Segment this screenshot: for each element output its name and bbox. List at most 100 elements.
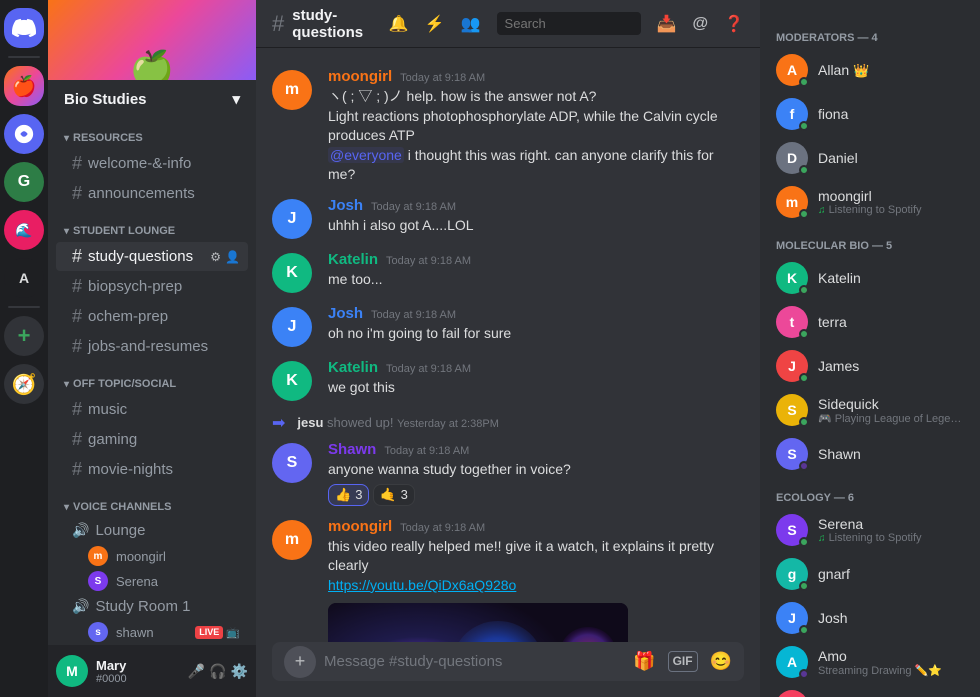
status-dot xyxy=(799,537,809,547)
member-info: James xyxy=(818,358,964,374)
member-shawn[interactable]: S Shawn xyxy=(768,432,972,476)
explore-button[interactable]: 🧭 xyxy=(4,364,44,404)
add-attachment-button[interactable]: + xyxy=(284,646,316,678)
member-josh[interactable]: J Josh xyxy=(768,596,972,640)
video-link[interactable]: https://youtu.be/QiDx6aQ928o xyxy=(328,577,516,593)
member-info: moongirl ♫ Listening to Spotify xyxy=(818,188,964,216)
mention-icon[interactable]: @ xyxy=(692,15,708,33)
member-katelin[interactable]: K Katelin xyxy=(768,256,972,300)
server-icon-3[interactable]: G xyxy=(4,162,44,202)
member-gnarf[interactable]: g gnarf xyxy=(768,552,972,596)
message-text: @everyone i thought this was right. can … xyxy=(328,146,744,185)
member-fiona[interactable]: f fiona xyxy=(768,92,972,136)
boost-icon[interactable]: ⚡ xyxy=(425,14,445,34)
gif-button[interactable]: GIF xyxy=(668,651,698,672)
channel-welcome-info[interactable]: # welcome-&-info xyxy=(56,149,248,178)
message-content: Katelin Today at 9:18 AM we got this xyxy=(328,359,744,401)
voice-member-moongirl[interactable]: m moongirl xyxy=(56,544,248,568)
member-info: Sidequick 🎮 Playing League of Legends xyxy=(818,396,964,425)
channel-study-questions[interactable]: # study-questions ⚙ 👤 xyxy=(56,242,248,271)
main-content: # study-questions 🔔 ⚡ 👥 📥 @ ❓ m moongirl… xyxy=(256,0,760,697)
member-moongirl[interactable]: m moongirl ♫ Listening to Spotify xyxy=(768,180,972,224)
member-name: moongirl xyxy=(818,188,964,204)
server-header[interactable]: Bio Studies ▾ xyxy=(48,80,256,116)
member-name: Allan 👑 xyxy=(818,62,964,79)
reaction-thumbs-up[interactable]: 👍 3 xyxy=(328,484,369,506)
timestamp: Today at 9:18 AM xyxy=(400,522,485,534)
voice-study-room-1[interactable]: 🔊 Study Room 1 xyxy=(56,594,248,619)
member-daniel[interactable]: D Daniel xyxy=(768,136,972,180)
channels-list: ▾ RESOURCES # welcome-&-info # announcem… xyxy=(48,116,256,645)
voice-member-shawn[interactable]: s shawn LIVE 📺 xyxy=(56,620,248,644)
server-icon-5[interactable]: A xyxy=(4,258,44,298)
member-info: Amo Streaming Drawing ✏️⭐ xyxy=(818,648,964,677)
category-resources[interactable]: ▾ RESOURCES xyxy=(48,116,256,148)
category-student-lounge[interactable]: ▾ STUDENT LOUNGE xyxy=(48,209,256,241)
category-off-topic[interactable]: ▾ OFF TOPIC/SOCIAL xyxy=(48,362,256,394)
username: Katelin xyxy=(328,251,378,268)
member-terra[interactable]: t terra xyxy=(768,300,972,344)
member-info: terra xyxy=(818,314,964,330)
server-icon-2[interactable] xyxy=(4,114,44,154)
emoji-icon[interactable]: 😊 xyxy=(710,651,732,672)
channel-announcements[interactable]: # announcements xyxy=(56,179,248,208)
channel-biopsych-prep[interactable]: # biopsych-prep xyxy=(56,272,248,301)
status-dot xyxy=(799,209,809,219)
hash-icon: # xyxy=(72,276,82,297)
channel-actions: ⚙ 👤 xyxy=(210,250,240,264)
video-thumbnail[interactable]: ▶ xyxy=(328,603,628,642)
members-icon[interactable]: 👥 xyxy=(461,14,481,34)
member-avatar: J xyxy=(776,602,808,634)
category-voice[interactable]: ▾ VOICE CHANNELS xyxy=(48,485,256,517)
member-name: shawn xyxy=(116,625,187,640)
mic-toggle[interactable]: 🎤 xyxy=(188,663,205,680)
search-input[interactable] xyxy=(497,12,641,35)
member-muffins[interactable]: m muffins xyxy=(768,684,972,697)
member-amo[interactable]: A Amo Streaming Drawing ✏️⭐ xyxy=(768,640,972,684)
gift-icon[interactable]: 🎁 xyxy=(633,651,655,672)
status-dot xyxy=(799,285,809,295)
settings-button[interactable]: ⚙️ xyxy=(231,663,248,680)
crown-icon: 👑 xyxy=(853,63,869,78)
invite-icon[interactable]: 👤 xyxy=(225,250,240,264)
channel-movie-nights[interactable]: # movie-nights xyxy=(56,455,248,484)
member-sidequick[interactable]: S Sidequick 🎮 Playing League of Legends xyxy=(768,388,972,432)
member-serena[interactable]: S Serena ♫ Listening to Spotify xyxy=(768,508,972,552)
channel-music[interactable]: # music xyxy=(56,395,248,424)
member-name: gnarf xyxy=(818,566,964,582)
help-icon[interactable]: ❓ xyxy=(724,14,744,34)
reaction-shaka[interactable]: 🤙 3 xyxy=(373,484,414,506)
voice-member-serena[interactable]: S Serena xyxy=(56,569,248,593)
channel-jobs-and-resumes[interactable]: # jobs-and-resumes xyxy=(56,332,248,361)
message-text: Light reactions photophosphorylate ADP, … xyxy=(328,107,744,146)
inbox-icon[interactable]: 📥 xyxy=(657,14,677,34)
member-james[interactable]: J James xyxy=(768,344,972,388)
speaker-icon: 🔊 xyxy=(72,598,89,615)
channel-gaming[interactable]: # gaming xyxy=(56,425,248,454)
channel-label: welcome-&-info xyxy=(88,155,191,172)
channel-ochem-prep[interactable]: # ochem-prep xyxy=(56,302,248,331)
member-allan[interactable]: A Allan 👑 xyxy=(768,48,972,92)
discord-icon[interactable] xyxy=(4,8,44,48)
server-bio-studies[interactable]: 🍎 xyxy=(4,66,44,106)
member-sub: ♫ Listening to Spotify xyxy=(818,532,964,544)
messages-area[interactable]: m moongirl Today at 9:18 AM ヽ( ; ▽ ; )ノ … xyxy=(256,48,760,642)
message-group: m moongirl Today at 9:18 AM ヽ( ; ▽ ; )ノ … xyxy=(256,64,760,189)
member-info: Shawn xyxy=(818,446,964,462)
member-avatar: m xyxy=(776,690,808,697)
headphones-toggle[interactable]: 🎧 xyxy=(209,663,226,680)
current-user-avatar: M xyxy=(56,655,88,687)
mention[interactable]: @everyone xyxy=(328,147,404,163)
arrow-icon: ➡ xyxy=(272,413,285,433)
bell-icon[interactable]: 🔔 xyxy=(389,14,409,34)
live-badge: LIVE xyxy=(195,626,223,639)
voice-lounge[interactable]: 🔊 Lounge xyxy=(56,518,248,543)
settings-icon[interactable]: ⚙ xyxy=(210,250,221,264)
server-icon-4[interactable]: 🌊 xyxy=(4,210,44,250)
member-info: gnarf xyxy=(818,566,964,582)
member-avatar: m xyxy=(776,186,808,218)
add-server-button[interactable]: + xyxy=(4,316,44,356)
message-input[interactable] xyxy=(324,642,625,681)
category-label: STUDENT LOUNGE xyxy=(73,225,175,237)
members-sidebar: MODERATORS — 4 A Allan 👑 f fiona D Danie… xyxy=(760,0,980,697)
